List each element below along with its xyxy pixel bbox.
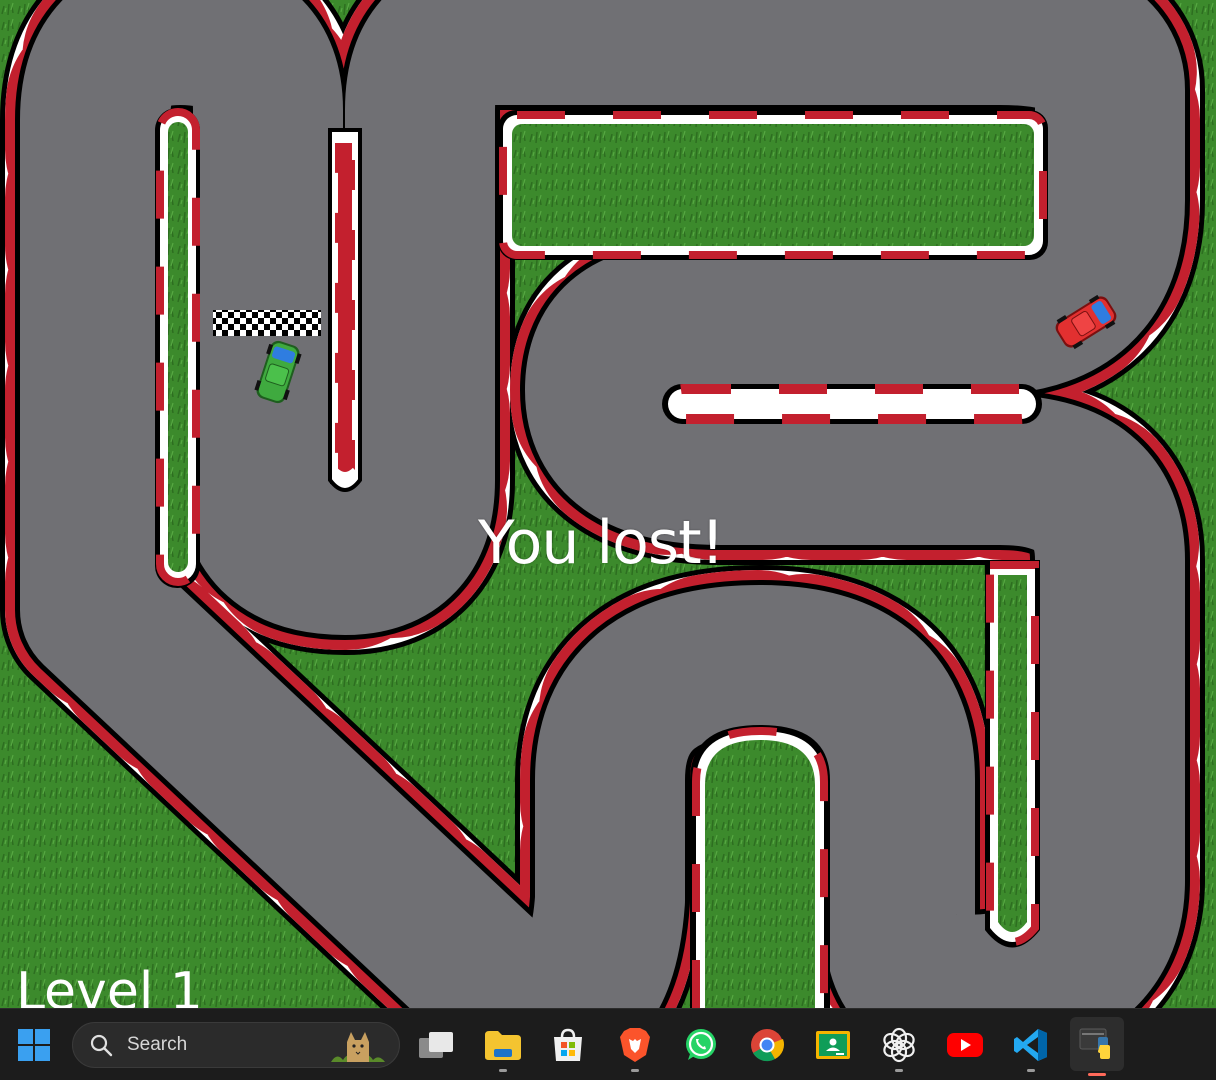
- search-highlight-lynx-icon: [331, 1032, 385, 1062]
- infield-island-bottom: [690, 725, 830, 1008]
- whatsapp-icon: [686, 1029, 716, 1060]
- running-indicator: [1027, 1069, 1035, 1072]
- google-classroom-icon: [816, 1031, 850, 1059]
- search-placeholder: Search: [127, 1034, 188, 1055]
- taskbar: Search: [0, 1008, 1216, 1080]
- classroom-button[interactable]: [811, 1023, 855, 1067]
- vscode-button[interactable]: [1009, 1023, 1053, 1072]
- youtube-icon: [947, 1033, 983, 1057]
- chatgpt-button[interactable]: [877, 1023, 921, 1072]
- brave-browser-icon: [620, 1028, 650, 1062]
- active-indicator: [1088, 1073, 1106, 1076]
- game-over-message: You lost!: [478, 508, 725, 578]
- infield-island-left: [155, 108, 200, 588]
- brave-button[interactable]: [613, 1023, 657, 1072]
- game-window[interactable]: You lost! Level 1: [0, 0, 1216, 1008]
- median-curb: [662, 384, 1042, 424]
- level-label: Level 1: [16, 962, 203, 1008]
- store-button[interactable]: [546, 1023, 590, 1067]
- python-icon: [1079, 1028, 1110, 1059]
- chrome-button[interactable]: [745, 1023, 789, 1067]
- search-icon: [90, 1034, 113, 1057]
- start-button[interactable]: [12, 1023, 56, 1067]
- chrome-icon: [751, 1029, 785, 1062]
- running-indicator: [631, 1069, 639, 1072]
- file-explorer-button[interactable]: [481, 1023, 525, 1072]
- infield-island-top: [498, 110, 1048, 260]
- infield-island-center: [328, 128, 362, 492]
- vscode-icon: [1014, 1029, 1047, 1061]
- running-indicator: [895, 1069, 903, 1072]
- task-view-button[interactable]: [414, 1023, 458, 1067]
- running-indicator: [499, 1069, 507, 1072]
- finish-line: [213, 310, 321, 336]
- folder-icon: [485, 1031, 521, 1060]
- task-view-icon: [419, 1032, 453, 1058]
- taskbar-search[interactable]: Search: [72, 1022, 400, 1068]
- windows-start-icon: [18, 1029, 50, 1061]
- infield-island-right: [985, 560, 1040, 948]
- python-button[interactable]: [1070, 1017, 1124, 1076]
- youtube-button[interactable]: [943, 1023, 987, 1067]
- chatgpt-icon: [883, 1027, 915, 1063]
- race-track-canvas: [0, 0, 1216, 1008]
- microsoft-store-icon: [554, 1028, 582, 1061]
- whatsapp-button[interactable]: [679, 1023, 723, 1067]
